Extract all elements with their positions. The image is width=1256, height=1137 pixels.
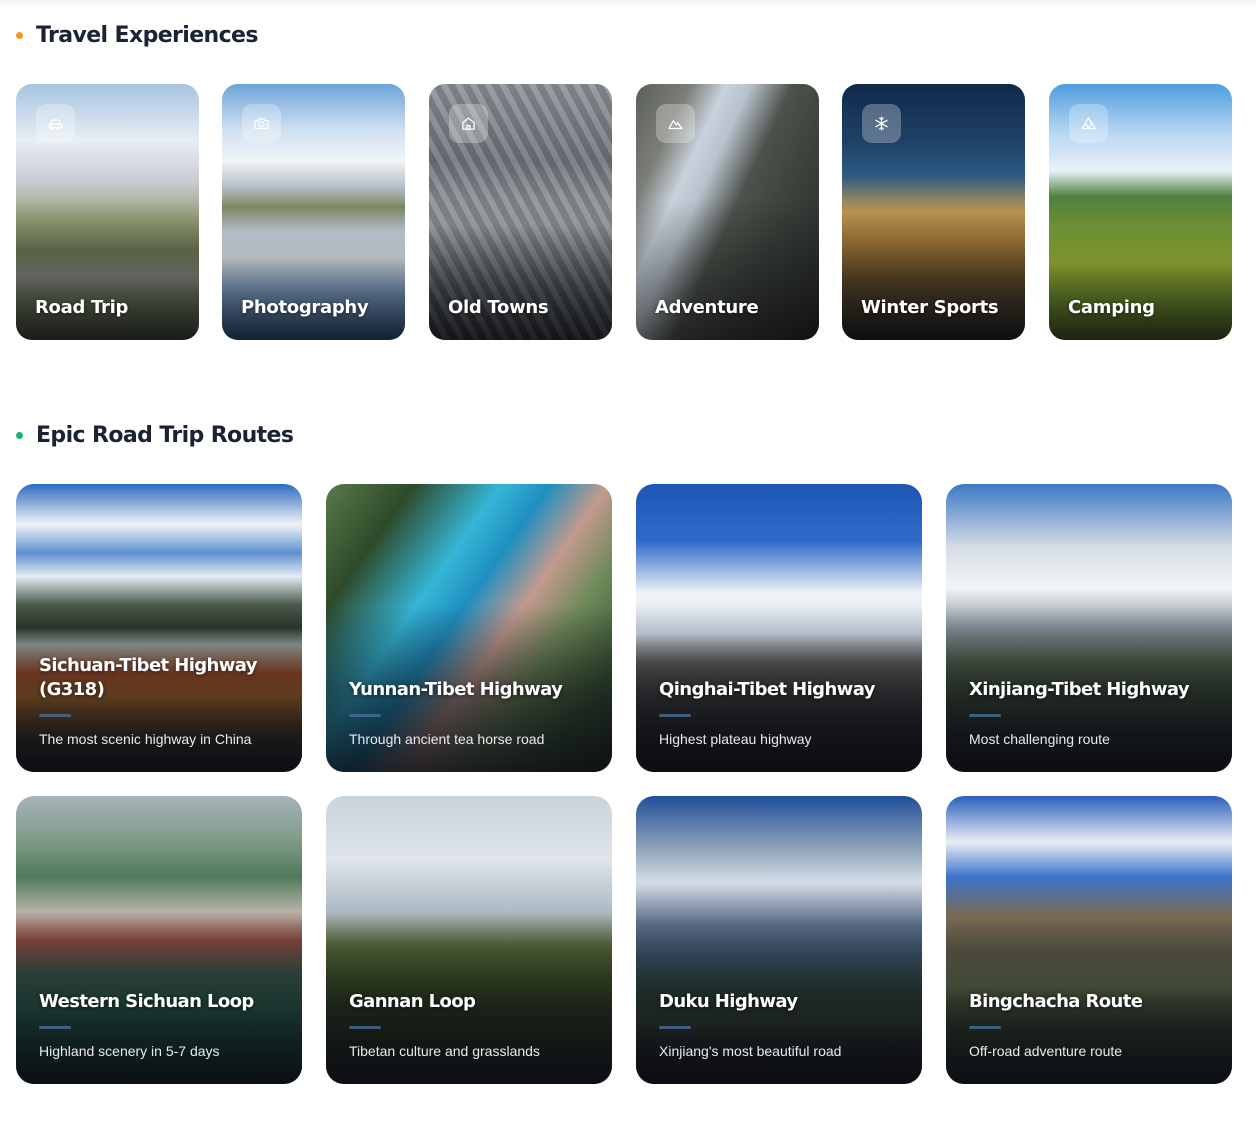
route-accent-bar bbox=[969, 1026, 1001, 1029]
route-title: Gannan Loop bbox=[349, 991, 476, 1012]
route-description: Xinjiang's most beautiful road bbox=[659, 1043, 842, 1059]
card-overlay bbox=[946, 484, 1232, 772]
route-card[interactable]: Sichuan-Tibet Highway (G318) The most sc… bbox=[16, 484, 302, 772]
route-accent-bar bbox=[349, 714, 381, 717]
card-icon-chip bbox=[449, 104, 488, 143]
route-description: Highland scenery in 5-7 days bbox=[39, 1043, 220, 1059]
route-description: Off-road adventure route bbox=[969, 1043, 1123, 1059]
route-card[interactable]: Xinjiang-Tibet Highway Most challenging … bbox=[946, 484, 1232, 772]
card-overlay bbox=[16, 796, 302, 1084]
route-accent-bar bbox=[659, 714, 691, 717]
card-overlay bbox=[326, 796, 612, 1084]
card-label: Road Trip bbox=[35, 297, 129, 318]
card-label: Adventure bbox=[655, 297, 759, 318]
card-icon-chip bbox=[242, 104, 281, 143]
route-description: Highest plateau highway bbox=[659, 731, 812, 747]
card-label: Winter Sports bbox=[861, 297, 999, 318]
route-title: Yunnan-Tibet Highway bbox=[349, 679, 563, 700]
card-label: Old Towns bbox=[448, 297, 549, 318]
card-icon-chip bbox=[1069, 104, 1108, 143]
card-label: Photography bbox=[241, 297, 369, 318]
route-accent-bar bbox=[39, 1026, 71, 1029]
home-icon bbox=[462, 117, 475, 130]
section-header-routes: Epic Road Trip Routes bbox=[16, 423, 294, 448]
tent-icon bbox=[1081, 117, 1096, 130]
route-card[interactable]: Bingchacha Route Off-road adventure rout… bbox=[946, 796, 1232, 1084]
section-title: Travel Experiences bbox=[36, 23, 258, 48]
card-overlay bbox=[946, 796, 1232, 1084]
route-card[interactable]: Yunnan-Tibet Highway Through ancient tea… bbox=[326, 484, 612, 772]
experience-card-adventure[interactable]: Adventure bbox=[636, 84, 819, 340]
card-overlay bbox=[636, 484, 922, 772]
experience-card-camping[interactable]: Camping bbox=[1049, 84, 1232, 340]
route-description: The most scenic highway in China bbox=[39, 731, 252, 747]
experience-card-road-trip[interactable]: Road Trip bbox=[16, 84, 199, 340]
route-card[interactable]: Qinghai-Tibet Highway Highest plateau hi… bbox=[636, 484, 922, 772]
card-icon-chip bbox=[862, 104, 901, 143]
route-description: Tibetan culture and grasslands bbox=[349, 1043, 540, 1059]
card-overlay bbox=[16, 484, 302, 772]
route-title: Bingchacha Route bbox=[969, 991, 1143, 1012]
experience-card-old-towns[interactable]: Old Towns bbox=[429, 84, 612, 340]
route-accent-bar bbox=[349, 1026, 381, 1029]
route-title: Duku Highway bbox=[659, 991, 798, 1012]
route-accent-bar bbox=[969, 714, 1001, 717]
section-dot bbox=[16, 32, 23, 39]
card-overlay bbox=[326, 484, 612, 772]
top-divider bbox=[0, 0, 1256, 8]
route-card[interactable]: Duku Highway Xinjiang's most beautiful r… bbox=[636, 796, 922, 1084]
section-dot bbox=[16, 432, 23, 439]
car-icon bbox=[48, 119, 63, 130]
card-overlay bbox=[636, 796, 922, 1084]
route-description: Through ancient tea horse road bbox=[349, 731, 545, 747]
snowflake-icon bbox=[875, 116, 888, 131]
route-title: Sichuan-Tibet Highway (G318) bbox=[39, 655, 258, 700]
section-header-experiences: Travel Experiences bbox=[16, 23, 258, 48]
route-card[interactable]: Western Sichuan Loop Highland scenery in… bbox=[16, 796, 302, 1084]
card-label: Camping bbox=[1068, 297, 1155, 318]
route-accent-bar bbox=[659, 1026, 691, 1029]
route-title: Western Sichuan Loop bbox=[39, 991, 254, 1012]
route-card[interactable]: Gannan Loop Tibetan culture and grasslan… bbox=[326, 796, 612, 1084]
mountain-icon bbox=[668, 120, 683, 130]
section-title: Epic Road Trip Routes bbox=[36, 423, 294, 448]
route-description: Most challenging route bbox=[969, 731, 1110, 747]
route-title: Qinghai-Tibet Highway bbox=[659, 679, 875, 700]
card-icon-chip bbox=[36, 104, 75, 143]
experience-card-photography[interactable]: Photography bbox=[222, 84, 405, 340]
experience-card-winter-sports[interactable]: Winter Sports bbox=[842, 84, 1025, 340]
camera-icon bbox=[254, 118, 269, 130]
route-accent-bar bbox=[39, 714, 71, 717]
card-icon-chip bbox=[656, 104, 695, 143]
route-title: Xinjiang-Tibet Highway bbox=[969, 679, 1190, 700]
